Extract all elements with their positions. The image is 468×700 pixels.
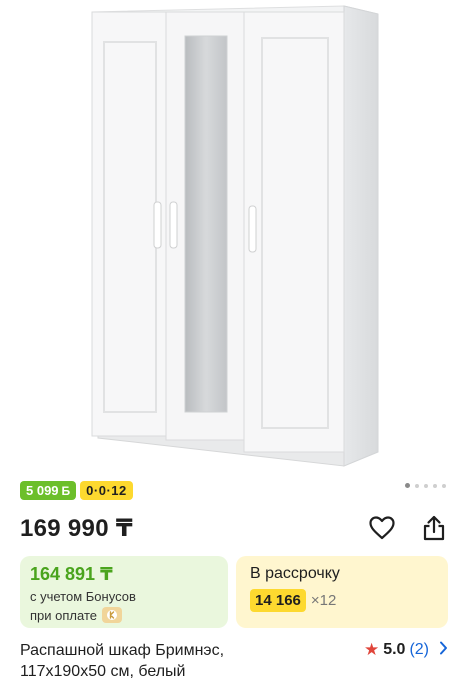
review-count[interactable]: (2) [409, 641, 429, 659]
wardrobe-illustration [91, 5, 379, 467]
product-title: Распашной шкаф Бримнэс, 117x190x50 см, б… [20, 640, 320, 682]
bonus-payment-note: при оплате [30, 607, 122, 623]
product-image[interactable] [0, 0, 468, 476]
heart-icon[interactable] [368, 514, 396, 542]
bonus-price-card[interactable]: 164 891 ₸ с учетом Бонусов при оплате [20, 556, 228, 628]
installment-monthly-amount: 14 166 [250, 589, 306, 612]
installment-months: ×12 [310, 592, 337, 609]
product-actions [368, 514, 448, 542]
product-price: 169 990 ₸ [20, 515, 133, 542]
product-title-line2: 117x190x50 см, белый [20, 663, 186, 680]
carousel-dot-active [405, 483, 410, 488]
kaspi-icon [101, 607, 122, 623]
product-title-line1: Распашной шкаф Бримнэс, [20, 642, 225, 659]
carousel-indicator [405, 483, 446, 488]
carousel-dot [415, 483, 419, 488]
bonus-price-amount: 164 891 ₸ [30, 564, 113, 584]
share-icon[interactable] [420, 514, 448, 542]
bonus-icon: Б [61, 483, 71, 498]
carousel-dot [433, 483, 437, 488]
installment-card[interactable]: В рассрочку 14 166 ×12 [236, 556, 448, 628]
bonus-badge: 5 099 Б [20, 481, 77, 500]
bonus-payment-label: при оплате [30, 607, 97, 623]
rating-score: 5.0 [383, 641, 406, 658]
installment-title: В рассрочку [250, 565, 340, 582]
carousel-dot [424, 483, 428, 488]
carousel-dot [442, 483, 446, 488]
star-icon: ★ [363, 640, 380, 659]
installment-row: 14 166 ×12 [250, 589, 336, 612]
installment-badge: 0·0·12 [80, 481, 133, 500]
product-rating[interactable]: ★ 5.0 (2) [364, 640, 448, 660]
bonus-price-note: с учетом Бонусов [30, 589, 136, 604]
bonus-badge-value: 5 099 [26, 483, 59, 498]
promo-badges: 5 099 Б 0·0·12 [20, 481, 133, 500]
chevron-right-icon[interactable] [439, 641, 448, 660]
